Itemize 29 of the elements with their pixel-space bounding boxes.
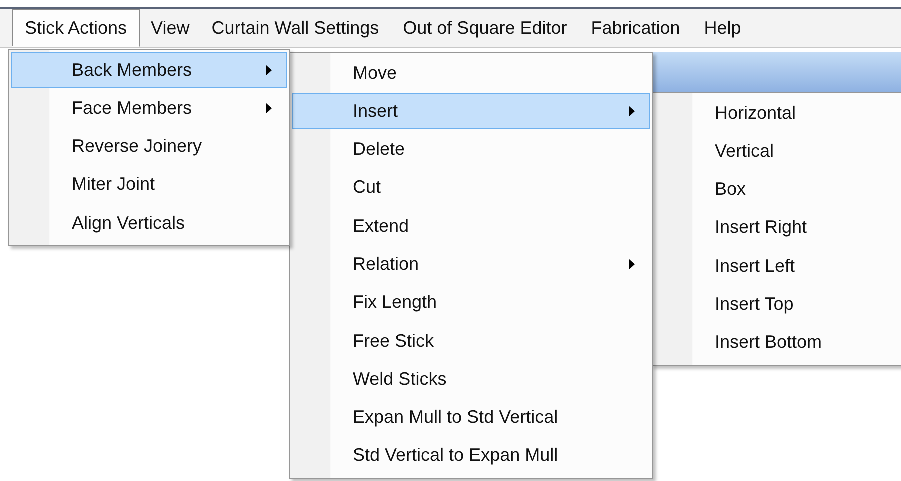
menu-bar-item[interactable]: Help (691, 9, 754, 47)
menu-item[interactable]: Insert Top (654, 286, 901, 322)
menu-bar-item[interactable]: Out of Square Editor (390, 9, 580, 47)
menu-item[interactable]: Vertical (654, 133, 901, 170)
menu-item[interactable]: Extend (292, 208, 650, 244)
menu-item[interactable]: Delete (292, 132, 650, 168)
menu-item[interactable]: Fix Length (292, 284, 650, 321)
menu-item[interactable]: Miter Joint (11, 166, 287, 203)
menu-item[interactable]: Insert Left (654, 248, 901, 284)
menu-bar-item[interactable]: View (138, 9, 201, 47)
menu-item[interactable]: Insert Right (654, 210, 901, 246)
menu-item[interactable]: Relation (292, 246, 650, 282)
menu-item[interactable]: Insert (292, 93, 650, 130)
menu-item[interactable]: Box (654, 172, 901, 208)
menu-item[interactable]: Expan Mull to Std Vertical (292, 400, 650, 436)
menu-bar-item[interactable]: Fabrication (578, 9, 694, 47)
menu-item[interactable]: Cut (292, 170, 650, 206)
menu-bar-item[interactable]: Curtain Wall Settings (198, 9, 392, 47)
menu-item[interactable]: Reverse Joinery (11, 128, 287, 165)
menu-item[interactable]: Insert Bottom (654, 324, 901, 361)
menu-item[interactable]: Horizontal (654, 95, 901, 131)
menu-item[interactable]: Face Members (11, 90, 287, 126)
menu-item[interactable]: Back Members (11, 52, 287, 88)
menu-item[interactable]: Free Stick (292, 323, 650, 360)
menu-item[interactable]: Weld Sticks (292, 361, 650, 398)
menu-bar-item[interactable]: Stick Actions (12, 9, 140, 47)
menu-item[interactable]: Align Verticals (11, 205, 287, 242)
menu-item[interactable]: Move (292, 55, 650, 91)
menu-item[interactable]: Std Vertical to Expan Mull (292, 438, 650, 474)
